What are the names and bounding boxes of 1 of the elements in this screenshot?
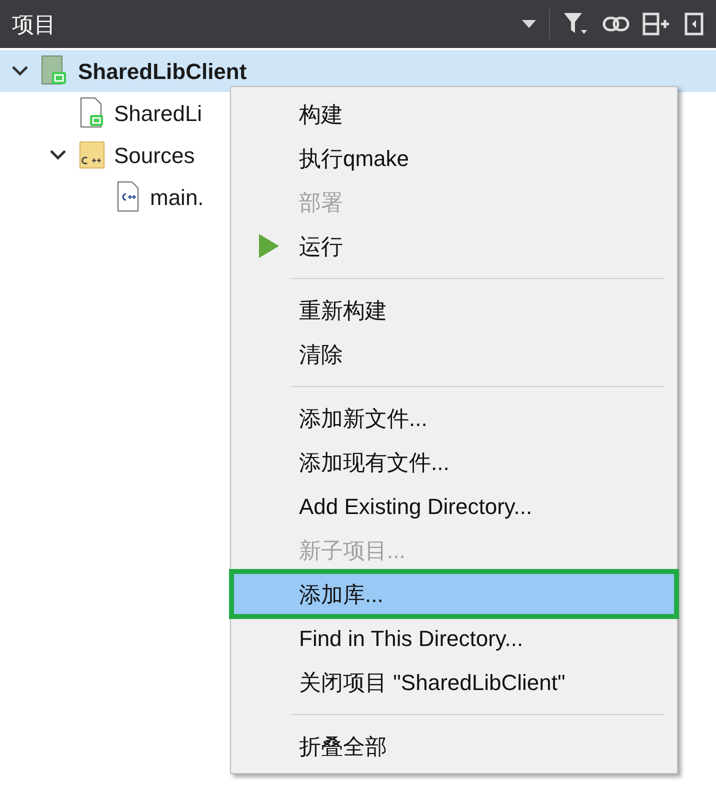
panel-title: 项目	[12, 10, 56, 38]
